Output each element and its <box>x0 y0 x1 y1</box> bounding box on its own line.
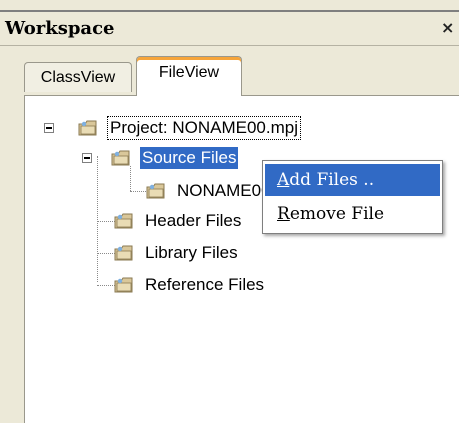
menu-item-remove-file[interactable]: Remove File <box>265 198 440 230</box>
menu-item-label: dd Files .. <box>289 170 375 190</box>
tree-item-label: Library Files <box>145 243 238 262</box>
tab-classview[interactable]: ClassView <box>24 62 132 92</box>
tree-item-label: Project: NONAME00.mpj <box>107 116 301 140</box>
tab-fileview[interactable]: FileView <box>136 56 242 96</box>
tab-fileview-label: FileView <box>158 64 220 81</box>
tree-item-header-files[interactable]: Header Files <box>113 209 243 233</box>
tree-item-label: Reference Files <box>145 275 265 294</box>
folder-icon <box>145 181 167 201</box>
file-tree[interactable]: Project: NONAME00.mpj Source Files NONAM… <box>24 95 459 423</box>
tree-item-project[interactable]: Project: NONAME00.mpj <box>77 116 301 140</box>
folder-icon <box>113 275 135 295</box>
tree-item-reference-files[interactable]: Reference Files <box>113 273 266 297</box>
tree-connector <box>97 156 98 282</box>
menu-item-add-files[interactable]: Add Files .. <box>265 164 440 196</box>
folder-icon <box>113 243 135 263</box>
tab-classview-label: ClassView <box>40 68 116 86</box>
close-icon[interactable]: × <box>441 18 454 37</box>
collapse-project-icon[interactable] <box>44 123 54 133</box>
tree-item-label: Source Files <box>140 147 239 169</box>
menu-accel-key: R <box>277 204 290 224</box>
folder-icon <box>110 148 132 168</box>
context-menu: Add Files .. Remove File <box>262 160 443 234</box>
menu-item-label: emove File <box>289 204 385 224</box>
collapse-source-icon[interactable] <box>82 153 92 163</box>
tree-item-source-files[interactable]: Source Files <box>110 146 239 170</box>
folder-icon <box>113 211 135 231</box>
menu-accel-key: A <box>277 170 290 190</box>
tree-item-label: Header Files <box>145 211 242 230</box>
workspace-titlebar: Workspace × <box>0 10 459 46</box>
workspace-panel: Workspace × ClassView FileView Project: … <box>0 0 459 423</box>
workspace-title: Workspace <box>5 18 115 39</box>
folder-icon <box>77 118 99 138</box>
tree-item-library-files[interactable]: Library Files <box>113 241 240 265</box>
